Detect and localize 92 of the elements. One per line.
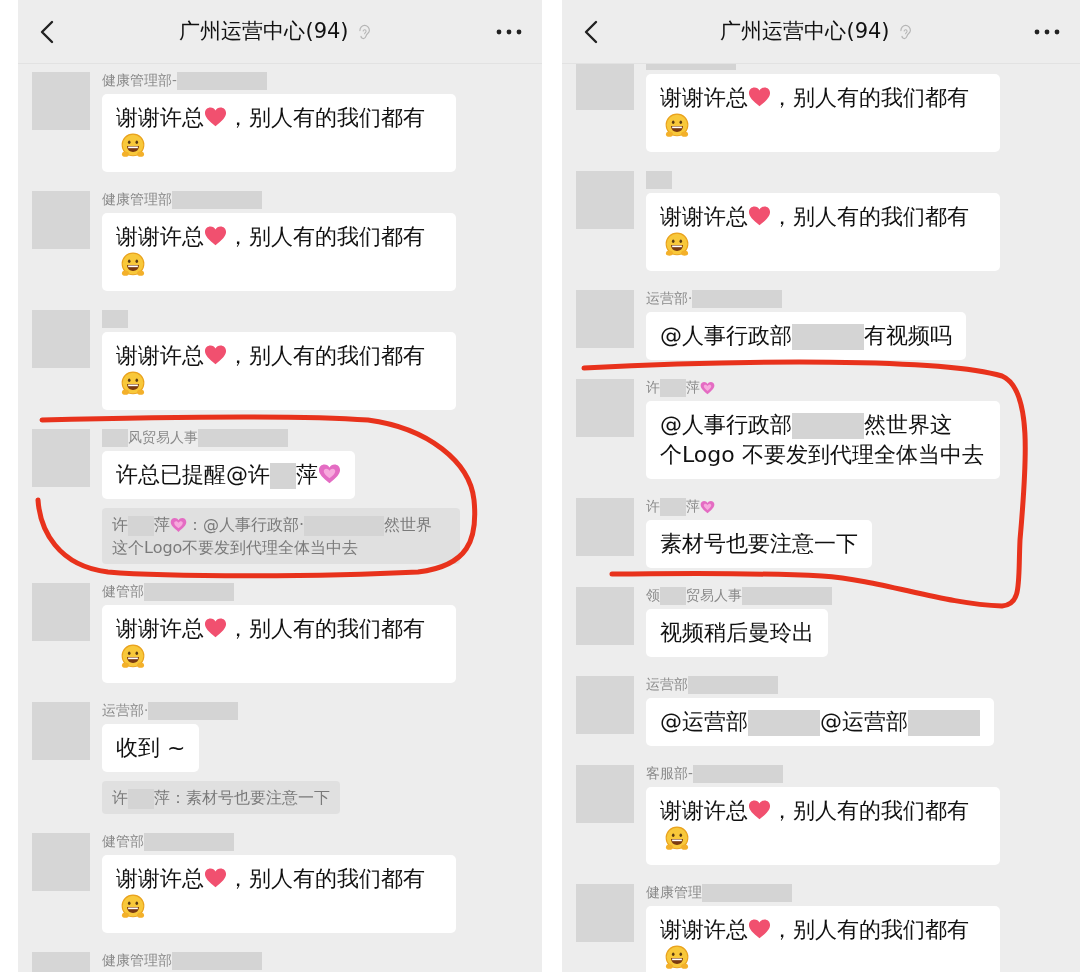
heart-icon <box>204 867 227 890</box>
sender-name: 健康管理部 <box>102 952 172 968</box>
message-text: ，别人有的我们都有 <box>227 865 425 893</box>
redaction-block <box>270 463 296 489</box>
message-text: @运营部 <box>660 708 748 736</box>
heart-icon <box>748 918 771 941</box>
smiley-icon <box>664 232 690 258</box>
heart-icon <box>748 799 771 822</box>
message-text: ，别人有的我们都有 <box>227 342 425 370</box>
redaction-block <box>660 379 686 397</box>
quote-text: 萍 <box>154 514 170 536</box>
sender-name: 健康管理部- <box>102 72 177 88</box>
message-text: @运营部 <box>820 708 908 736</box>
message-text: 有视频吗 <box>864 322 952 350</box>
sparkle-heart-icon <box>700 500 715 515</box>
sender-name: 许 <box>646 498 660 514</box>
sender-name: 客服部- <box>646 765 693 781</box>
redaction-block <box>908 710 980 736</box>
smiley-icon <box>120 644 146 670</box>
smiley-icon <box>120 133 146 159</box>
message-text: ，别人有的我们都有 <box>771 797 969 825</box>
redaction-block <box>660 587 686 605</box>
message-text: 许总已提醒@许 <box>116 461 270 489</box>
sender-name: 许 <box>646 379 660 395</box>
heart-icon <box>204 617 227 640</box>
sender-name: 领 <box>646 587 660 603</box>
message-text: 谢谢许总 <box>660 916 748 944</box>
chat-title: 广州运营中心(94) <box>720 17 890 45</box>
back-icon[interactable] <box>582 18 600 45</box>
more-icon[interactable] <box>1034 27 1060 36</box>
sender-name: 健康管理 <box>646 884 702 900</box>
message-text: @人事行政部 <box>660 322 792 350</box>
sender-name: 运营部· <box>102 702 149 718</box>
redaction-block <box>102 429 128 447</box>
message-text: 谢谢许总 <box>660 203 748 231</box>
sparkle-heart-icon <box>170 517 187 534</box>
sparkle-heart-icon <box>700 381 715 396</box>
heart-icon <box>204 225 227 248</box>
smiley-icon <box>120 371 146 397</box>
message-text: 谢谢许总 <box>116 104 204 132</box>
sender-name: 风贸易人事 <box>128 429 198 445</box>
message-text: 然世界这 <box>864 411 952 439</box>
heart-icon <box>204 344 227 367</box>
message-text: 谢谢许总 <box>660 84 748 112</box>
sender-name: 运营部· <box>646 290 693 306</box>
message-text: @人事行政部 <box>660 411 792 439</box>
smiley-icon <box>120 894 146 920</box>
smiley-icon <box>664 826 690 852</box>
smiley-icon <box>120 252 146 278</box>
message-text: 谢谢许总 <box>116 615 204 643</box>
redaction-block <box>102 310 128 328</box>
message-text: 收到 ~ <box>116 734 186 762</box>
sender-name: 萍 <box>686 379 700 395</box>
back-icon[interactable] <box>38 18 56 45</box>
message-text: ，别人有的我们都有 <box>771 84 969 112</box>
quote-text: 许 <box>112 787 128 809</box>
sender-name: 贸易人事 <box>686 587 742 603</box>
redaction-block <box>660 498 686 516</box>
heart-icon <box>748 205 771 228</box>
message-text: ，别人有的我们都有 <box>771 916 969 944</box>
heart-icon <box>748 86 771 109</box>
message-text: 视频稍后曼玲出 <box>660 619 814 647</box>
message-text: 谢谢许总 <box>116 865 204 893</box>
heart-icon <box>204 106 227 129</box>
sender-name: 健康管理部 <box>102 191 172 207</box>
sender-name: 健管部 <box>102 833 144 849</box>
quote-text: 许 <box>112 514 128 536</box>
redaction-block <box>792 324 864 350</box>
redaction-block <box>748 710 820 736</box>
message-text: 谢谢许总 <box>660 797 748 825</box>
message-text: ，别人有的我们都有 <box>227 104 425 132</box>
message-text: ，别人有的我们都有 <box>771 203 969 231</box>
redaction-block <box>646 171 672 189</box>
quote-text: 萍：素材号也要注意一下 <box>154 787 330 809</box>
sender-name: 健管部 <box>102 583 144 599</box>
message-text: 素材号也要注意一下 <box>660 530 858 558</box>
sender-name: 萍 <box>686 498 700 514</box>
sparkle-heart-icon <box>318 463 341 486</box>
message-text: 谢谢许总 <box>116 223 204 251</box>
quote-text: ：@人事行政部· <box>187 514 305 536</box>
sender-name: 运营部 <box>646 676 688 692</box>
message-text: ，别人有的我们都有 <box>227 615 425 643</box>
smiley-icon <box>664 113 690 139</box>
quote-text: 这个Logo不要发到代理全体当中去 <box>112 537 359 559</box>
message-text: 萍 <box>296 461 318 489</box>
message-text: 个Logo 不要发到代理全体当中去 <box>660 441 984 469</box>
message-text: ，别人有的我们都有 <box>227 223 425 251</box>
redaction-block <box>792 413 864 439</box>
quote-text: 然世界 <box>384 514 433 536</box>
more-icon[interactable] <box>496 27 522 36</box>
message-text: 谢谢许总 <box>116 342 204 370</box>
chat-title: 广州运营中心(94) <box>179 17 349 45</box>
